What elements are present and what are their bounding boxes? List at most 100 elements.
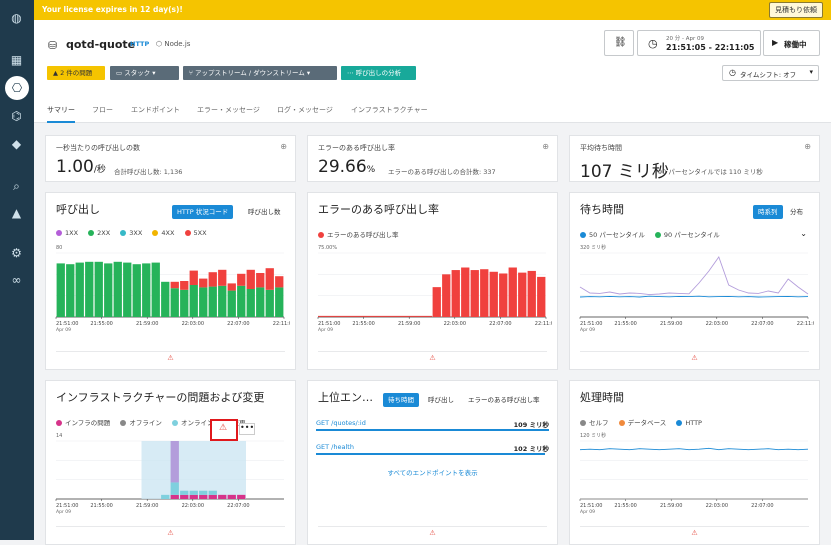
chevron-down-icon[interactable]: ⌄ [800, 229, 807, 238]
legend-item[interactable]: セルフ [580, 419, 609, 427]
stat-value: 29.66% [318, 157, 375, 177]
analyze-icon: ⋯ [347, 69, 356, 77]
tab-flow[interactable]: フロー [92, 105, 113, 115]
infra-chart[interactable]: 14 21:51:00 21:55:00 21:59:00 22:03:00 22:07:… [50, 429, 290, 519]
call-count-toggle[interactable]: 呼び出し数 [243, 205, 286, 219]
bar [199, 494, 208, 499]
card-footer-alert-icon[interactable]: ⚠ [580, 351, 809, 363]
legend-item[interactable]: オフライン [120, 419, 162, 427]
sidebar: ◍ ▦ ⎔ ⌬ ◆ ⌕ ▲ ⚙ ∞ [0, 0, 34, 540]
stat-value: 1.00/秒 [56, 157, 106, 177]
issues-button[interactable]: ▲ 2 件の問題 [47, 66, 105, 80]
zoom-icon[interactable]: ⊕ [280, 142, 287, 151]
card-footer-alert-icon[interactable]: ⚠ [56, 526, 285, 538]
legend-label: 1XX [65, 229, 79, 237]
copy-link-button[interactable]: ⛓ [604, 30, 634, 56]
tab-infrastructure[interactable]: インフラストラクチャー [351, 105, 428, 115]
platforms-icon[interactable]: ◆ [8, 136, 25, 153]
bar [180, 494, 189, 499]
show-all-endpoints-link[interactable]: すべてのエンドポイントを表示 [308, 467, 557, 477]
x-tick-label: 21:51:00 [56, 503, 78, 509]
x-tick-label: 21:51:00 [56, 321, 78, 327]
legend-item[interactable]: インフラの問題 [56, 419, 110, 427]
legend-item[interactable]: 1XX [56, 229, 78, 237]
error-rate-chart[interactable]: 75.00% 21:51:00 21:55:00 21:59:00 22:03:00 22… [312, 241, 552, 341]
stack-dropdown[interactable]: ▭ スタック ▾ [110, 66, 179, 80]
time-range-value: 21:51:05 - 22:11:05 [666, 43, 755, 52]
bar [432, 287, 441, 317]
legend-item[interactable]: データベース [618, 419, 666, 427]
integrations-icon[interactable]: ∞ [8, 272, 25, 289]
processing-time-chart[interactable]: 120 ミリ秒 21:51:00 21:55:00 21:59:00 22:03:00 2… [574, 429, 814, 519]
logo-icon[interactable]: ◍ [8, 10, 25, 27]
legend-dot [171, 420, 178, 426]
error-rate-sort-toggle[interactable]: エラーのある呼び出し率 [463, 393, 545, 407]
card-title: 待ち時間 [580, 203, 624, 216]
settings-gear-icon[interactable]: ⚙ [8, 245, 25, 262]
card-footer-alert-icon[interactable]: ⚠ [580, 526, 809, 538]
zoom-icon[interactable]: ⊕ [542, 142, 549, 151]
alert-icon: ⚠ [219, 423, 228, 433]
distribution-toggle[interactable]: 分布 [785, 205, 808, 219]
timeseries-toggle[interactable]: 時系列 [753, 205, 783, 219]
chevron-down-icon: ▾ [150, 69, 156, 77]
legend-label: セルフ [589, 419, 609, 427]
errors-legend: エラーのある呼び出し率 [318, 229, 407, 239]
bar [265, 268, 274, 290]
latency-chart[interactable]: 320 ミリ秒 21:51:00 21:55:00 21:59:00 22:03:00 2… [574, 241, 814, 341]
more-options-icon[interactable]: ••• [239, 423, 255, 435]
dashboard-icon[interactable]: ▦ [8, 52, 25, 69]
legend-dot [654, 232, 661, 238]
error-rate-card: エラーのある呼び出し率 ⊕ 29.66% エラーのある呼び出しの合計数: 337 [307, 135, 558, 182]
endpoint-row[interactable]: GET /health 102 ミリ秒 [316, 443, 549, 457]
bar [66, 264, 75, 317]
x-axis-date: Apr 09 [580, 509, 595, 515]
legend-item[interactable]: HTTP [676, 419, 702, 427]
series-line [579, 447, 809, 451]
events-warning-icon[interactable]: ▲ [8, 205, 25, 222]
x-tick-label: 22:03:00 [706, 503, 728, 509]
stat-unit: /秒 [93, 165, 106, 175]
live-button[interactable]: ▶ 稼働中 [763, 30, 820, 56]
legend-item[interactable]: 4XX [152, 229, 174, 237]
tab-summary[interactable]: サマリー [47, 105, 75, 123]
zoom-icon[interactable]: ⊕ [804, 142, 811, 151]
legend-item[interactable]: 2XX [88, 229, 110, 237]
legend-item[interactable]: オンライン [171, 419, 213, 427]
legend-item[interactable]: 50 パーセンタイル [580, 231, 645, 239]
bar [180, 490, 189, 495]
card-footer-alert-icon[interactable]: ⚠ [56, 351, 285, 363]
quote-request-button[interactable]: 見積もり依頼 [769, 2, 823, 18]
legend-item[interactable]: 90 パーセンタイル [654, 231, 720, 239]
tab-error-messages[interactable]: エラー・メッセージ [197, 105, 260, 115]
legend-item[interactable]: 3XX [120, 229, 142, 237]
upstream-downstream-dropdown[interactable]: ⑂ アップストリーム / ダウンストリーム ▾ [183, 66, 337, 80]
analytics-search-icon[interactable]: ⌕ [8, 178, 25, 195]
bar [199, 490, 208, 495]
timeshift-label: タイムシフト: オフ [740, 71, 797, 79]
endpoint-name[interactable]: GET /quotes/:id [316, 419, 366, 427]
calls-chart[interactable]: 80 21:51:00 21:55:00 21:59:00 22:03:00 22:07:… [50, 241, 290, 341]
bar [227, 283, 236, 291]
bar [180, 289, 189, 317]
time-range-picker[interactable]: ◷ 20 分 - Apr 09 21:51:05 - 22:11:05 [637, 30, 761, 56]
timeshift-dropdown[interactable]: ◷ タイムシフト: オフ ▾ [722, 65, 819, 81]
analyze-calls-button[interactable]: ⋯ 呼び出しの分析 [341, 66, 416, 80]
infra-alert-button[interactable]: ⚠ [210, 419, 238, 441]
x-tick-label: 22:03:00 [182, 321, 204, 327]
latency-sort-toggle[interactable]: 待ち時間 [383, 393, 419, 407]
services-icon[interactable]: ⎔ [5, 76, 29, 100]
tab-endpoints[interactable]: エンドポイント [131, 105, 180, 115]
infrastructure-icon[interactable]: ⌬ [8, 108, 25, 125]
stat-number: 29.66 [318, 157, 367, 177]
endpoint-row[interactable]: GET /quotes/:id 109 ミリ秒 [316, 419, 549, 433]
http-status-toggle[interactable]: HTTP 状況コード [172, 205, 234, 219]
tab-log-messages[interactable]: ログ・メッセージ [277, 105, 333, 115]
calls-sort-toggle[interactable]: 呼び出し [423, 393, 459, 407]
card-footer-alert-icon[interactable]: ⚠ [318, 526, 547, 538]
legend-item[interactable]: エラーのある呼び出し率 [318, 231, 399, 239]
endpoint-name[interactable]: GET /health [316, 443, 354, 451]
card-footer-alert-icon[interactable]: ⚠ [318, 351, 547, 363]
legend-item[interactable]: 5XX [184, 229, 207, 237]
bar [256, 287, 265, 317]
